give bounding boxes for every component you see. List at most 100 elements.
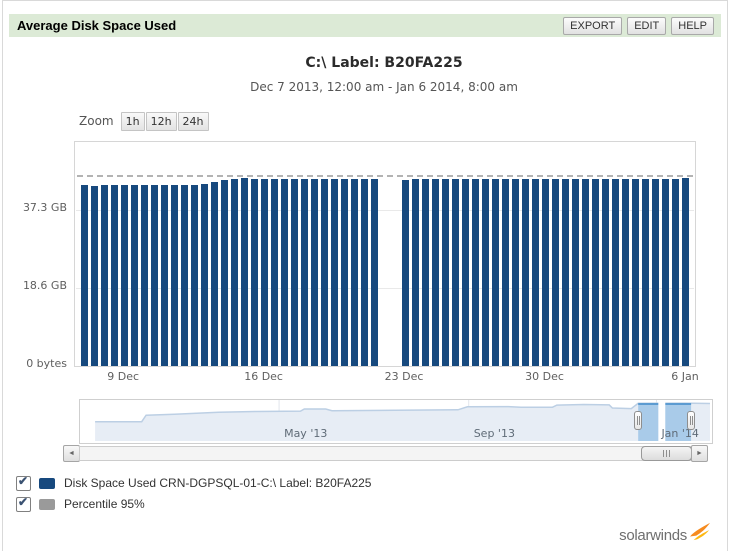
zoom-24h-button[interactable]: 24h: [177, 111, 209, 131]
bar[interactable]: [421, 179, 429, 366]
bar[interactable]: [361, 179, 369, 366]
bar[interactable]: [301, 179, 309, 366]
bar[interactable]: [341, 179, 349, 366]
percentile-95-line: [77, 175, 693, 177]
legend-checkbox-percentile[interactable]: ✔: [16, 494, 31, 512]
solarwinds-logo-text: solarwinds: [619, 527, 687, 544]
bar[interactable]: [652, 179, 660, 366]
bar[interactable]: [582, 179, 590, 366]
bar[interactable]: [592, 179, 600, 366]
scrollbar-left-arrow-icon[interactable]: ◄: [63, 445, 80, 462]
bar[interactable]: [220, 180, 228, 366]
navigator-mini-chart: May '13 Sep '13 Jan '14: [95, 400, 711, 441]
legend-item-disk-space[interactable]: ✔ Disk Space Used CRN-DGPSQL-01-C:\ Labe…: [16, 473, 371, 491]
bar[interactable]: [170, 185, 178, 366]
chart-subtitle: Dec 7 2013, 12:00 am - Jan 6 2014, 8:00 …: [250, 80, 518, 94]
legend-checkbox-disk-space[interactable]: ✔: [16, 473, 31, 491]
scrollbar-track[interactable]: [79, 446, 692, 461]
widget-title: Average Disk Space Used: [17, 18, 177, 33]
bar[interactable]: [471, 179, 479, 366]
bar[interactable]: [160, 185, 168, 366]
bar[interactable]: [542, 179, 550, 366]
scrollbar-right-arrow-icon[interactable]: ►: [691, 445, 708, 462]
bar[interactable]: [461, 179, 469, 366]
bar[interactable]: [251, 179, 259, 366]
svg-text:May '13: May '13: [284, 427, 327, 440]
edit-button[interactable]: EDIT: [627, 16, 667, 35]
bar[interactable]: [261, 179, 269, 366]
bar[interactable]: [441, 179, 449, 366]
legend-item-percentile[interactable]: ✔ Percentile 95%: [16, 494, 145, 512]
zoom-12h-button[interactable]: 12h: [145, 111, 177, 131]
bar[interactable]: [481, 179, 489, 366]
bar[interactable]: [672, 179, 680, 366]
bar[interactable]: [491, 179, 499, 366]
bar[interactable]: [572, 179, 580, 366]
x-axis-label: 6 Jan: [671, 370, 699, 383]
bar[interactable]: [662, 179, 670, 366]
bar[interactable]: [451, 179, 459, 366]
zoom-1h-button[interactable]: 1h: [120, 111, 145, 131]
bar[interactable]: [120, 185, 128, 366]
navigator-right-handle[interactable]: [687, 411, 696, 430]
x-axis-label: 30 Dec: [525, 370, 564, 383]
legend-swatch-disk-space: [39, 477, 55, 489]
bar[interactable]: [210, 182, 218, 366]
bar[interactable]: [271, 179, 279, 366]
bar[interactable]: [632, 179, 640, 366]
bar[interactable]: [231, 179, 238, 366]
navigator-left-handle[interactable]: [634, 411, 643, 430]
bar[interactable]: [501, 179, 509, 366]
x-axis-label: 16 Dec: [244, 370, 283, 383]
chart-scrollbar: ◄ ►: [61, 445, 709, 462]
export-button[interactable]: EXPORT: [563, 16, 623, 35]
y-axis-label: 37.3 GB: [22, 201, 67, 214]
bar[interactable]: [180, 185, 188, 366]
bar[interactable]: [351, 179, 359, 366]
scrollbar-thumb[interactable]: [641, 446, 692, 461]
bar[interactable]: [531, 179, 539, 366]
bar[interactable]: [602, 179, 610, 366]
solarwinds-swoosh-icon: [690, 522, 710, 541]
bar[interactable]: [321, 179, 329, 366]
bar[interactable]: [622, 179, 630, 366]
bar[interactable]: [371, 179, 379, 366]
bar[interactable]: [311, 179, 319, 366]
bar[interactable]: [100, 185, 108, 366]
checkmark-icon: ✔: [18, 494, 29, 509]
y-axis-label: 0 bytes: [26, 357, 67, 370]
bar[interactable]: [521, 179, 529, 366]
bar[interactable]: [110, 185, 118, 366]
help-button[interactable]: HELP: [671, 16, 714, 35]
y-axis-label: 18.6 GB: [22, 279, 67, 292]
bar[interactable]: [431, 179, 439, 366]
resource-widget: Average Disk Space Used EXPORT EDIT HELP…: [2, 0, 728, 551]
checkmark-icon: ✔: [18, 473, 29, 488]
bar[interactable]: [401, 180, 409, 366]
range-navigator[interactable]: May '13 Sep '13 Jan '14: [79, 399, 713, 444]
bar[interactable]: [642, 179, 650, 366]
bar[interactable]: [562, 179, 570, 366]
zoom-controls: Zoom 1h 12h 24h: [79, 110, 210, 132]
bar[interactable]: [682, 178, 690, 366]
chart-title: C:\ Label: B20FA225: [305, 55, 463, 71]
bar[interactable]: [511, 179, 519, 366]
zoom-label: Zoom: [79, 114, 114, 128]
bar[interactable]: [331, 179, 339, 366]
bar[interactable]: [241, 178, 249, 366]
bar[interactable]: [281, 179, 289, 366]
legend-label-percentile: Percentile 95%: [64, 497, 145, 511]
bar[interactable]: [140, 185, 148, 366]
bar[interactable]: [90, 186, 98, 366]
bar[interactable]: [200, 184, 208, 366]
solarwinds-logo: solarwinds: [619, 522, 711, 544]
bar[interactable]: [150, 185, 158, 366]
bar[interactable]: [190, 185, 198, 366]
bar[interactable]: [80, 185, 88, 366]
bar[interactable]: [411, 179, 419, 366]
bar[interactable]: [612, 179, 620, 366]
bar[interactable]: [552, 179, 560, 366]
chart-plot-area[interactable]: [74, 141, 696, 367]
bar[interactable]: [130, 185, 138, 366]
bar[interactable]: [291, 179, 299, 366]
